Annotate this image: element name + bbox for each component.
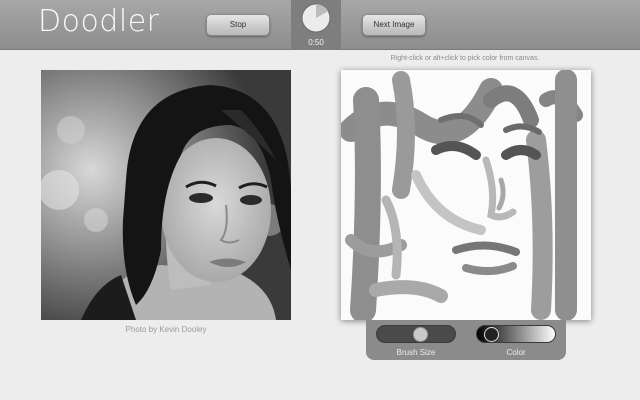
color-slider[interactable] [476, 325, 556, 343]
color-knob[interactable] [484, 327, 500, 342]
color-pick-hint: Right-click or alt+click to pick color f… [390, 55, 540, 62]
photo-caption: Photo by Kevin Dooley [125, 325, 207, 334]
brush-size-knob[interactable] [412, 327, 428, 342]
color-label: Color [506, 348, 526, 357]
app-title: Doodler [38, 4, 160, 39]
timer-text: 0:50 [308, 38, 324, 47]
stop-button[interactable]: Stop [206, 14, 270, 36]
doodle-strokes [341, 70, 583, 320]
next-image-button[interactable]: Next Image [362, 14, 426, 36]
portrait-photo-icon [41, 70, 291, 320]
top-bar: Doodler Stop 0:50 Next Image [0, 0, 640, 50]
timer-pie-icon [301, 3, 331, 33]
drawing-canvas[interactable] [341, 70, 591, 320]
timer: 0:50 [291, 0, 341, 50]
reference-photo [41, 70, 291, 320]
tool-panel: Brush Size Color [366, 320, 566, 360]
brush-size-slider[interactable] [376, 325, 456, 343]
brush-size-label: Brush Size [396, 348, 436, 357]
